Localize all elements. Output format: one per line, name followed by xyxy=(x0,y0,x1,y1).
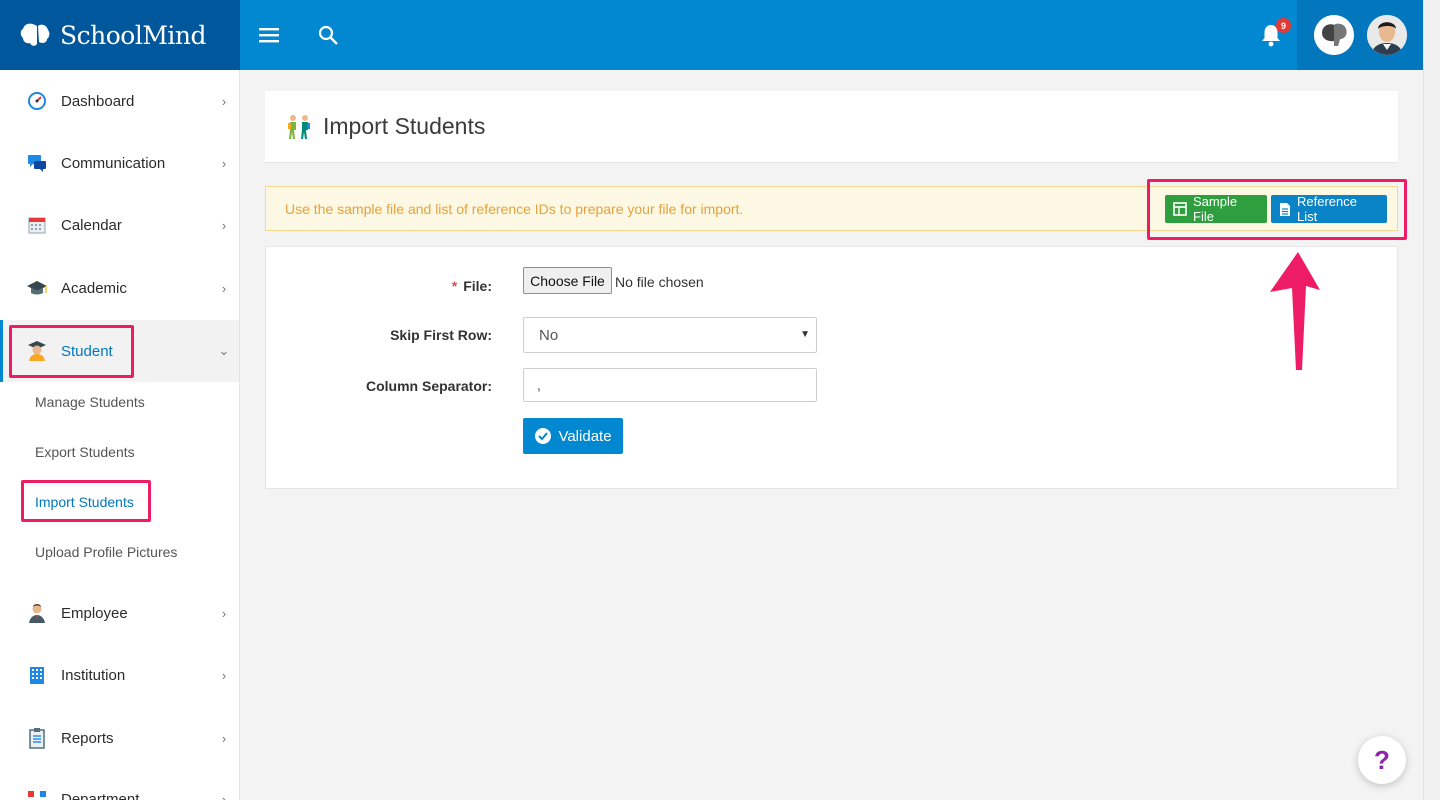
chevron-right-icon: › xyxy=(221,93,227,109)
sidebar-item-label: Department xyxy=(61,790,140,800)
skip-first-row-select[interactable]: No ▼ xyxy=(523,317,817,353)
sidebar-subitem-upload-profile-pictures[interactable]: Upload Profile Pictures xyxy=(35,544,177,560)
brain-logo-icon xyxy=(20,23,50,46)
check-circle-icon xyxy=(534,427,552,445)
skip-first-row-label: Skip First Row: xyxy=(390,327,492,343)
import-form-card: * File: Choose File No file chosen Skip F… xyxy=(265,246,1398,489)
sidebar-item-department[interactable]: Department › xyxy=(0,768,239,800)
sidebar-item-institution[interactable]: Institution › xyxy=(0,644,239,706)
user-avatar[interactable] xyxy=(1367,15,1407,55)
chevron-down-icon: ⌄ xyxy=(218,343,230,358)
document-icon xyxy=(1279,202,1291,217)
sample-file-label: Sample File xyxy=(1193,194,1238,224)
chevron-right-icon: › xyxy=(221,155,227,171)
clipboard-icon xyxy=(26,727,48,749)
sidebar-subitem-manage-students[interactable]: Manage Students xyxy=(35,394,145,410)
calendar-icon xyxy=(26,214,48,236)
chat-icon xyxy=(26,152,48,174)
sidebar-item-label: Dashboard xyxy=(61,92,135,110)
reference-list-button[interactable]: Reference List xyxy=(1271,194,1387,224)
sidebar-item-academic[interactable]: Academic › xyxy=(0,257,239,319)
chevron-right-icon: › xyxy=(221,667,227,683)
menu-icon[interactable] xyxy=(256,22,282,48)
sidebar-item-dashboard[interactable]: Dashboard › xyxy=(0,70,239,132)
chevron-right-icon: › xyxy=(221,791,227,800)
sidebar-subitem-export-students[interactable]: Export Students xyxy=(35,444,135,460)
student-icon xyxy=(26,340,48,362)
sidebar-item-employee[interactable]: Employee › xyxy=(0,582,239,644)
no-file-chosen-text: No file chosen xyxy=(615,274,704,290)
reference-list-label: Reference List xyxy=(1297,194,1357,224)
active-indicator xyxy=(0,320,3,382)
school-avatar[interactable] xyxy=(1314,15,1354,55)
skip-first-row-value: No xyxy=(539,326,559,344)
help-button[interactable]: ? xyxy=(1358,736,1406,784)
sidebar-item-calendar[interactable]: Calendar › xyxy=(0,194,239,256)
page-title: Import Students xyxy=(323,113,486,139)
sidebar-subitem-import-students[interactable]: Import Students xyxy=(35,494,134,510)
brand[interactable]: SchoolMind xyxy=(0,0,240,70)
column-separator-label: Column Separator: xyxy=(365,378,492,394)
department-icon xyxy=(26,788,48,800)
sidebar-item-label: Institution xyxy=(61,666,126,684)
sample-file-button[interactable]: Sample File xyxy=(1165,194,1267,224)
graduation-cap-icon xyxy=(26,277,48,299)
sidebar-item-label: Communication xyxy=(61,154,166,172)
page-scrollbar[interactable] xyxy=(1423,0,1440,800)
file-label: * File: xyxy=(452,278,492,294)
sidebar-item-label: Reports xyxy=(61,729,114,747)
chevron-right-icon: › xyxy=(221,280,227,296)
employee-icon xyxy=(26,602,48,624)
sidebar-item-reports[interactable]: Reports › xyxy=(0,707,239,769)
sidebar-item-label: Employee xyxy=(61,604,128,622)
user-photo-icon xyxy=(1367,15,1407,55)
spreadsheet-icon xyxy=(1173,202,1187,216)
students-walking-icon xyxy=(288,114,310,139)
chevron-right-icon: › xyxy=(221,730,227,746)
brand-name: SchoolMind xyxy=(60,20,207,50)
sidebar-item-communication[interactable]: Communication › xyxy=(0,132,239,194)
chevron-right-icon: › xyxy=(221,217,227,233)
sidebar-item-label: Student xyxy=(61,342,113,360)
notification-count-badge: 9 xyxy=(1276,18,1291,33)
building-icon xyxy=(26,664,48,686)
school-logo-icon xyxy=(1314,15,1354,55)
caret-down-icon: ▼ xyxy=(800,329,810,340)
top-bar: SchoolMind 9 xyxy=(0,0,1423,70)
column-separator-input[interactable]: , xyxy=(523,368,817,402)
file-label-text: File: xyxy=(463,278,492,294)
sidebar-item-label: Calendar xyxy=(61,216,122,234)
dashboard-icon xyxy=(26,90,48,112)
page-header-card: Import Students xyxy=(265,91,1398,163)
required-mark: * xyxy=(451,278,458,294)
alert-text: Use the sample file and list of referenc… xyxy=(285,200,744,217)
search-icon[interactable] xyxy=(315,22,341,48)
validate-label: Validate xyxy=(558,427,612,445)
sidebar: Dashboard › Communication › Calendar › A… xyxy=(0,70,240,800)
sidebar-item-student[interactable]: Student ⌄ xyxy=(0,320,239,382)
sidebar-item-label: Academic xyxy=(61,279,127,297)
chevron-right-icon: › xyxy=(221,605,227,621)
choose-file-button[interactable]: Choose File xyxy=(523,267,612,294)
validate-button[interactable]: Validate xyxy=(523,418,623,454)
notifications-button[interactable]: 9 xyxy=(1258,18,1291,48)
